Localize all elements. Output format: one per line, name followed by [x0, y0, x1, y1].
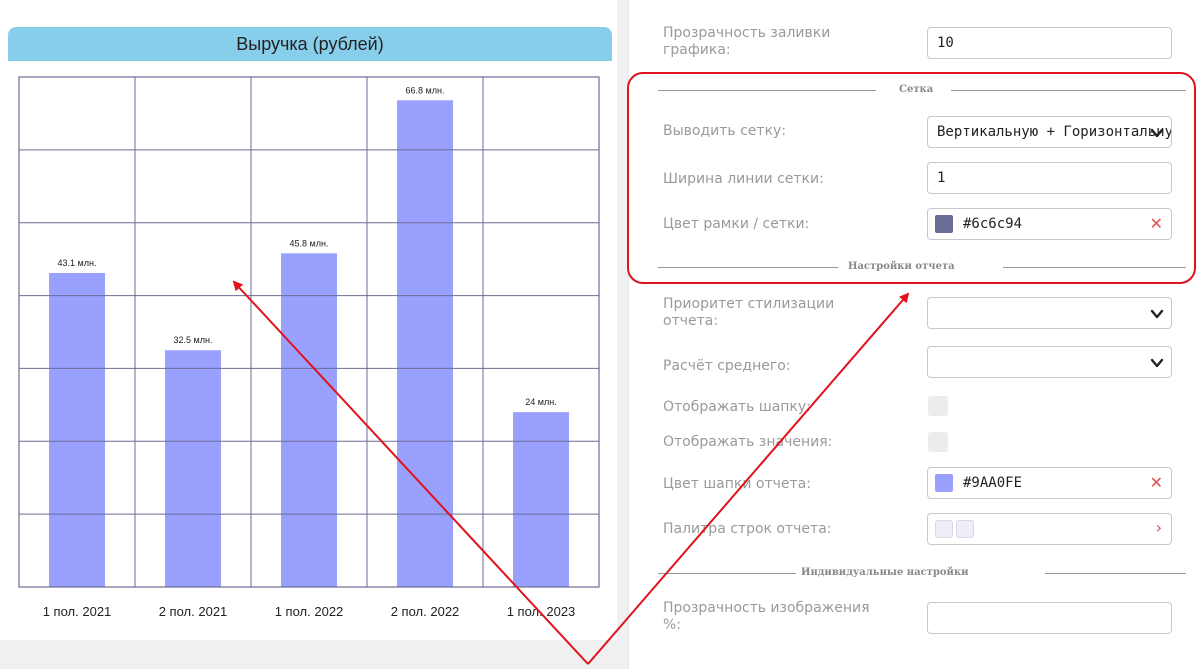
image-opacity-label: Прозрачность изображения %: — [663, 600, 870, 633]
bar-chart: 43.1 млн. 1 пол. 2021 32.5 млн. 2 пол. 2021… — [18, 76, 600, 619]
show-header-label: Отображать шапку: — [663, 399, 811, 415]
average-calc-select[interactable] — [927, 346, 1172, 378]
show-values-label: Отображать значения: — [663, 434, 833, 450]
fill-opacity-label: Прозрачность заливки графика: — [663, 25, 831, 58]
bar-value-label: 66.8 млн. — [406, 85, 445, 95]
x-tick-label: 2 пол. 2022 — [391, 604, 460, 619]
clear-icon[interactable]: ✕ — [1150, 474, 1163, 492]
bar-value-label: 43.1 млн. — [58, 258, 97, 268]
chevron-down-icon — [1150, 309, 1164, 319]
bar-value-label: 24 млн. — [525, 397, 556, 407]
style-priority-label: Приоритет стилизации отчета: — [663, 296, 835, 329]
row-palette-field[interactable]: › — [927, 513, 1172, 545]
palette-swatch[interactable] — [956, 520, 974, 538]
x-tick-label: 1 пол. 2023 — [507, 604, 576, 619]
bar-value-label: 45.8 млн. — [290, 238, 329, 248]
style-priority-select[interactable] — [927, 297, 1172, 329]
individual-section-separator: Индивидуальные настройки — [658, 566, 1186, 580]
annotation-highlight-box — [627, 72, 1196, 284]
color-swatch[interactable] — [935, 474, 953, 492]
palette-swatch[interactable] — [935, 520, 953, 538]
header-color-label: Цвет шапки отчета: — [663, 476, 811, 492]
bar-value-label: 32.5 млн. — [174, 335, 213, 345]
header-color-field[interactable]: #9AA0FE ✕ — [927, 467, 1172, 499]
show-values-checkbox[interactable] — [928, 432, 948, 452]
average-calc-label: Расчёт среднего: — [663, 358, 791, 374]
chevron-down-icon — [1150, 358, 1164, 368]
show-header-checkbox[interactable] — [928, 396, 948, 416]
fill-opacity-input[interactable]: 10 — [927, 27, 1172, 59]
x-tick-label: 1 пол. 2021 — [43, 604, 112, 619]
x-tick-label: 1 пол. 2022 — [275, 604, 344, 619]
color-code: #9AA0FE — [963, 475, 1023, 491]
chart-panel: Выручка (рублей) 43.1 млн. 1 пол. 2021 32.… — [0, 0, 617, 640]
chevron-right-icon[interactable]: › — [1156, 519, 1162, 537]
image-opacity-input[interactable] — [927, 602, 1172, 634]
row-palette-label: Палитра строк отчета: — [663, 521, 832, 537]
bar — [513, 412, 569, 587]
bar — [49, 272, 105, 587]
bar — [165, 350, 221, 587]
x-tick-label: 2 пол. 2021 — [159, 604, 228, 619]
bar — [281, 253, 337, 588]
individual-section-title: Индивидуальные настройки — [801, 567, 969, 578]
